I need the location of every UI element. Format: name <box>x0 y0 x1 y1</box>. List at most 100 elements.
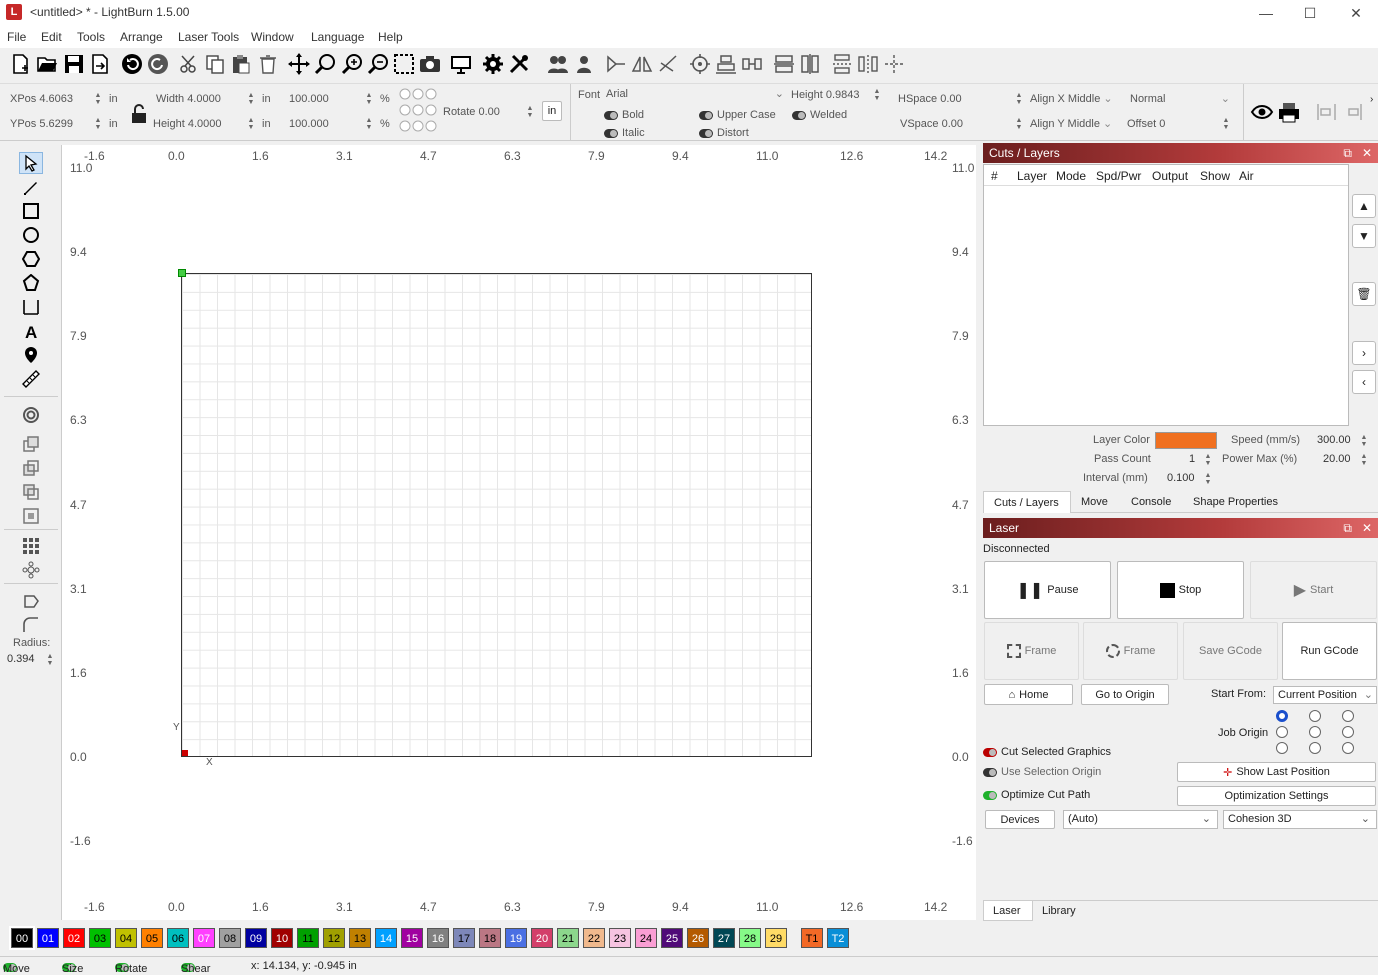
menu-file[interactable]: File <box>7 30 26 44</box>
device-port-select[interactable]: (Auto) ⌄ <box>1063 810 1218 829</box>
layer-delete-trash-icon[interactable]: 🗑 <box>1352 282 1376 306</box>
bold-toggle[interactable]: Bold <box>604 106 644 124</box>
align-horizontal-icon[interactable] <box>798 52 822 76</box>
space-vertical-icon[interactable] <box>830 52 854 76</box>
offset-spinner[interactable]: ▲ ▼ <box>1222 117 1230 131</box>
preview-eye-icon[interactable] <box>1250 100 1274 127</box>
distort-toggle[interactable]: Distort <box>699 124 749 142</box>
group-icon[interactable] <box>546 52 570 76</box>
align-vertical-icon[interactable] <box>772 52 796 76</box>
pass-count-spinner[interactable]: ▲ ▼ <box>1204 453 1212 467</box>
pass-count-field[interactable]: 1 <box>1189 453 1195 465</box>
zoom-fit-icon[interactable] <box>313 52 337 76</box>
col-show[interactable]: Show <box>1200 169 1230 183</box>
align-center-icon[interactable] <box>688 52 712 76</box>
mirror-icon[interactable] <box>630 52 654 76</box>
power-max-spinner[interactable]: ▲ ▼ <box>1360 453 1368 467</box>
color-swatch-21[interactable]: 21 <box>557 928 579 948</box>
color-swatch-22[interactable]: 22 <box>583 928 605 948</box>
distribute-icon[interactable] <box>740 52 764 76</box>
offset-shapes-icon[interactable] <box>19 404 43 426</box>
color-swatch-09[interactable]: 09 <box>245 928 267 948</box>
color-swatch-13[interactable]: 13 <box>349 928 371 948</box>
color-swatch-27[interactable]: 27 <box>713 928 735 948</box>
menu-window[interactable]: Window <box>251 30 294 44</box>
rotate-field[interactable]: 0.00 <box>478 106 499 118</box>
circular-array-icon[interactable] <box>19 559 43 581</box>
toolbar-overflow-icon[interactable]: › <box>1370 94 1373 105</box>
weld-icon[interactable] <box>19 433 43 455</box>
polygon-icon[interactable] <box>19 248 43 270</box>
color-swatch-20[interactable]: 20 <box>531 928 553 948</box>
hspace-spinner[interactable]: ▲ ▼ <box>1015 92 1023 106</box>
menu-laser-tools[interactable]: Laser Tools <box>178 30 239 44</box>
scale-x-field[interactable]: 100.000 <box>289 90 329 108</box>
print-icon[interactable] <box>1277 100 1301 127</box>
color-swatch-11[interactable]: 11 <box>297 928 319 948</box>
save-icon[interactable] <box>62 52 86 76</box>
color-swatch-03[interactable]: 03 <box>89 928 111 948</box>
cut-icon[interactable] <box>177 52 201 76</box>
zoom-in-icon[interactable] <box>340 52 364 76</box>
color-swatch-15[interactable]: 15 <box>401 928 423 948</box>
move-pan-icon[interactable] <box>287 52 311 76</box>
italic-toggle[interactable]: Italic <box>604 124 645 142</box>
col-spd-pwr[interactable]: Spd/Pwr <box>1096 169 1141 183</box>
tab-library[interactable]: Library <box>1042 905 1076 917</box>
job-origin-middle-right[interactable] <box>1342 726 1354 738</box>
delete-icon[interactable] <box>256 52 280 76</box>
color-swatch-02[interactable]: 02 <box>63 928 85 948</box>
pause-button[interactable]: ❚❚ Pause <box>984 561 1111 619</box>
color-swatch-29[interactable]: 29 <box>765 928 787 948</box>
job-origin-bottom-right[interactable] <box>1342 742 1354 754</box>
scale-x-spinner[interactable]: ▲ ▼ <box>365 92 373 106</box>
layers-table[interactable]: # Layer Mode Spd/Pwr Output Show Air <box>983 164 1349 426</box>
position-laser-icon[interactable] <box>19 296 43 318</box>
measure-ruler-icon[interactable] <box>19 368 43 390</box>
rectangle-icon[interactable] <box>19 200 43 222</box>
job-origin-top-left[interactable] <box>1276 710 1288 722</box>
menu-tools[interactable]: Tools <box>77 30 105 44</box>
vspace-field[interactable]: 0.00 <box>942 118 963 130</box>
move-to-laser-icon[interactable] <box>882 52 906 76</box>
col-output[interactable]: Output <box>1152 169 1188 183</box>
zoom-out-icon[interactable] <box>366 52 390 76</box>
cut-selected-toggle[interactable]: Cut Selected Graphics <box>983 746 1111 758</box>
paste-icon[interactable] <box>229 52 253 76</box>
align-left-icon[interactable] <box>1315 100 1339 127</box>
width-spinner[interactable]: ▲ ▼ <box>247 92 255 106</box>
float-panel-icon[interactable]: ⧉ <box>1343 518 1352 538</box>
align-x-select[interactable]: Middle <box>1068 93 1100 105</box>
flip-horizontal-icon[interactable] <box>604 52 628 76</box>
color-swatch-05[interactable]: 05 <box>141 928 163 948</box>
align-bottom-icon[interactable] <box>714 52 738 76</box>
save-gcode-button[interactable]: Save GCode <box>1183 622 1278 680</box>
layer-down-chevron-icon[interactable]: ▼ <box>1352 224 1376 248</box>
width-field[interactable]: 4.0000 <box>187 93 221 105</box>
redo-icon[interactable] <box>146 52 170 76</box>
run-gcode-button[interactable]: Run GCode <box>1282 622 1377 680</box>
frame-rect-button[interactable]: Frame <box>984 622 1079 680</box>
ellipse-icon[interactable] <box>19 224 43 246</box>
height-spinner[interactable]: ▲ ▼ <box>247 117 255 131</box>
maximize-button[interactable]: ☐ <box>1290 2 1330 24</box>
job-origin-top-center[interactable] <box>1309 710 1321 722</box>
tab-console[interactable]: Console <box>1131 496 1171 508</box>
color-swatch-14[interactable]: 14 <box>375 928 397 948</box>
menu-edit[interactable]: Edit <box>41 30 62 44</box>
color-swatch-T1[interactable]: T1 <box>801 928 823 948</box>
optimize-cut-path-toggle[interactable]: Optimize Cut Path <box>983 789 1090 801</box>
frame-circle-button[interactable]: Frame <box>1083 622 1178 680</box>
optimization-settings-button[interactable]: Optimization Settings <box>1177 786 1376 806</box>
job-origin-center[interactable] <box>1309 726 1321 738</box>
color-swatch-16[interactable]: 16 <box>427 928 449 948</box>
speed-field[interactable]: 300.00 <box>1317 434 1351 446</box>
job-origin-bottom-center[interactable] <box>1309 742 1321 754</box>
offset-field[interactable]: 0 <box>1159 118 1165 130</box>
col-layer[interactable]: Layer <box>1017 169 1047 183</box>
color-swatch-07[interactable]: 07 <box>193 928 215 948</box>
color-swatch-23[interactable]: 23 <box>609 928 631 948</box>
text-tool-icon[interactable]: A <box>19 320 43 342</box>
location-pin-icon[interactable] <box>19 344 43 366</box>
rotate-flip-icon[interactable] <box>656 52 680 76</box>
